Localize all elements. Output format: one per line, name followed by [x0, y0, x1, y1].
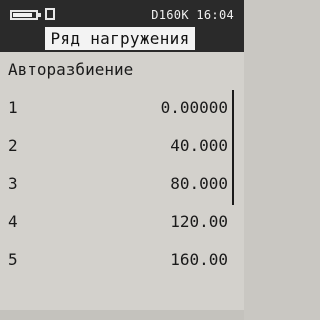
row-index: 1 — [8, 98, 18, 117]
row-value: 40.000 — [170, 136, 228, 155]
row-index: 4 — [8, 212, 18, 231]
load-step-row[interactable]: 3 80.000 — [0, 166, 232, 204]
menu-item-autosplit[interactable]: Авторазбиение — [0, 52, 232, 90]
status-bar: D160K 16:04 — [0, 0, 244, 27]
battery-level-fill — [13, 13, 32, 17]
status-text: D160K 16:04 — [151, 8, 234, 22]
load-step-row[interactable]: 5 160.00 — [0, 242, 232, 280]
row-value: 160.00 — [170, 250, 228, 269]
clock: 16:04 — [196, 8, 234, 22]
load-step-row[interactable]: 1 0.00000 — [0, 90, 232, 128]
autosplit-label: Авторазбиение — [8, 60, 134, 79]
row-index: 3 — [8, 174, 18, 193]
row-value: 120.00 — [170, 212, 228, 231]
load-step-row[interactable]: 4 120.00 — [0, 204, 232, 242]
scrollbar[interactable] — [232, 90, 234, 205]
battery-icon — [10, 10, 41, 20]
row-value: 80.000 — [170, 174, 228, 193]
device-screen: D160K 16:04 Ряд нагружения Авторазбиение… — [0, 0, 244, 320]
sd-card-icon — [45, 8, 55, 20]
row-value: 0.00000 — [160, 98, 228, 117]
row-index: 2 — [8, 136, 18, 155]
screen-bottom-edge — [0, 310, 244, 320]
row-index: 5 — [8, 250, 18, 269]
device-model: D160K — [151, 8, 189, 22]
load-step-row[interactable]: 2 40.000 — [0, 128, 232, 166]
screen-title: Ряд нагружения — [45, 27, 195, 50]
